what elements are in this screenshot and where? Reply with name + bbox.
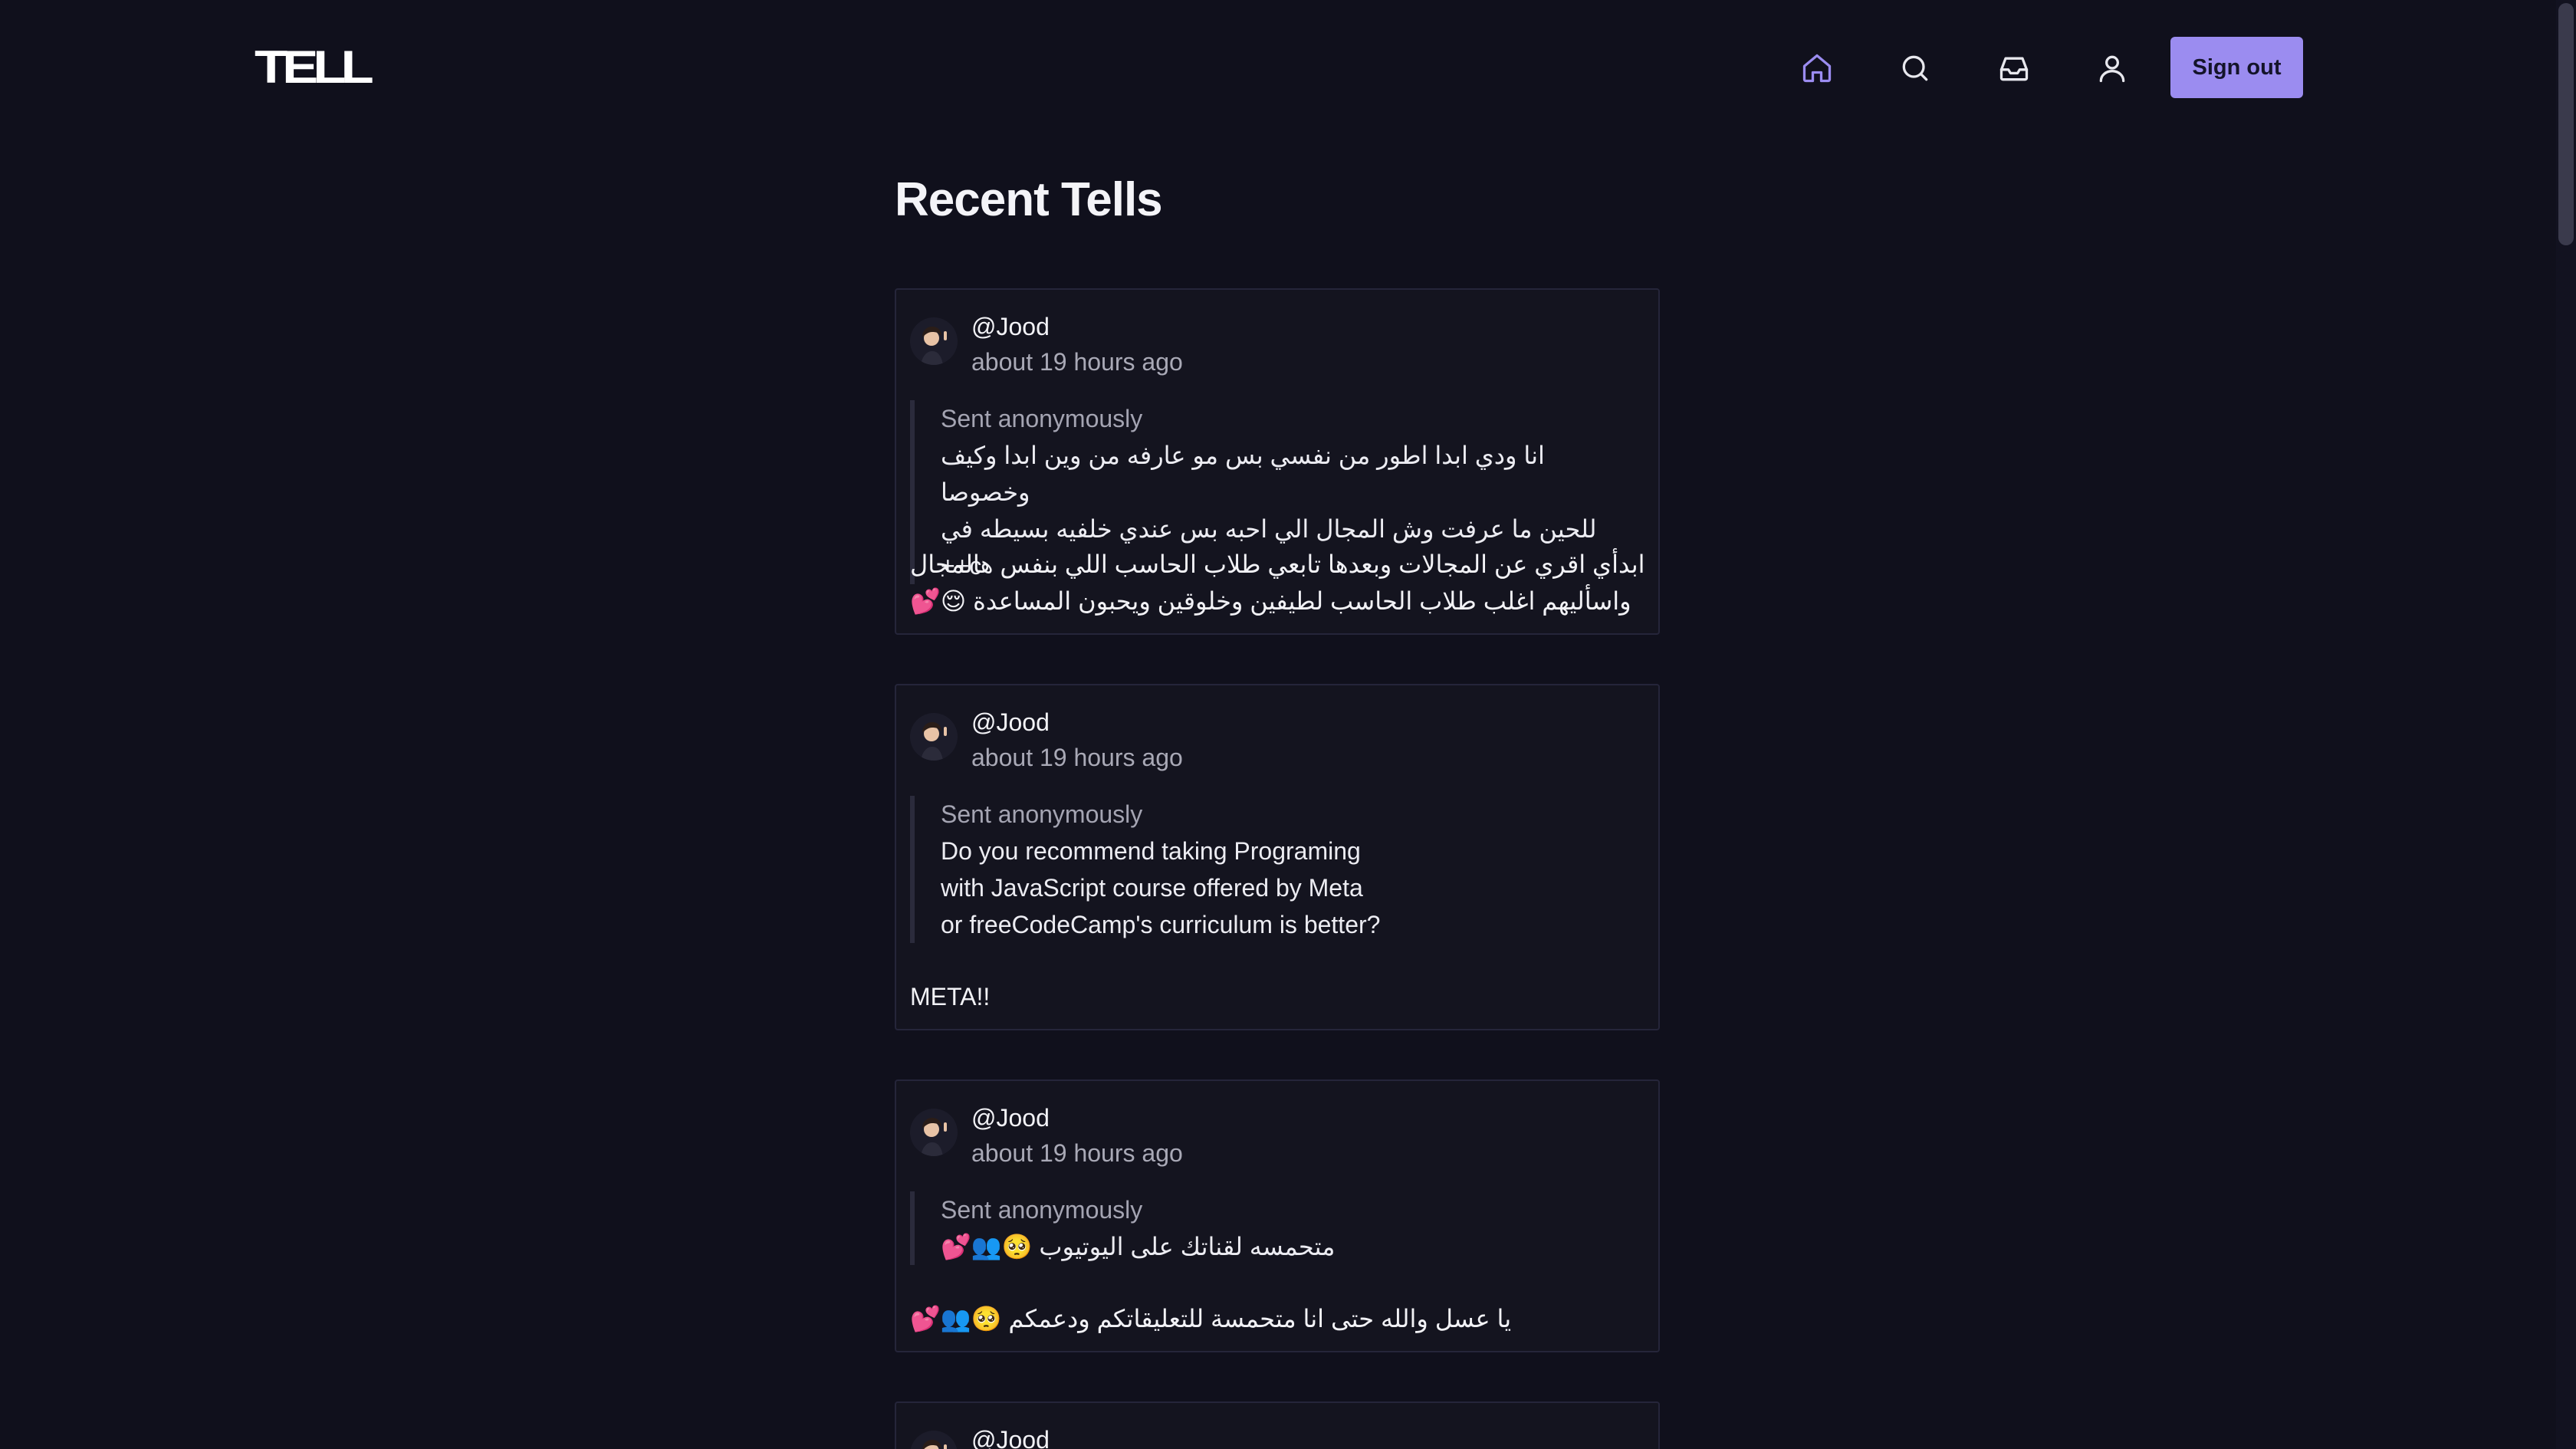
avatar[interactable] (910, 713, 958, 761)
inbox-icon[interactable] (1993, 48, 2035, 89)
top-nav: TELL Sign out (0, 0, 2576, 135)
home-icon[interactable] (1796, 48, 1838, 89)
username[interactable]: @Jood (971, 311, 1050, 342)
tell-card[interactable]: @Jood about 19 hours ago Sent anonymousl… (895, 684, 1660, 1030)
page-title: Recent Tells (895, 173, 1163, 226)
user-icon[interactable] (2091, 48, 2133, 89)
tell-card[interactable]: @Jood about 19 hours ago Sent anonymousl… (895, 1079, 1660, 1352)
page: TELL Sign out Recent Tells @Jood about 1… (0, 0, 2576, 1449)
answer-text: META!! (910, 983, 991, 1010)
timestamp: about 19 hours ago (971, 1139, 1183, 1167)
question-block: Sent anonymously Do you recommend taking… (910, 796, 1615, 943)
anonymous-label: Sent anonymously (941, 800, 1143, 828)
question-text: Do you recommend taking Programing with … (941, 837, 1381, 938)
question-text: متحمسه لقناتك على اليوتيوب 🥺👥💕 (941, 1233, 1336, 1260)
avatar[interactable] (910, 1109, 958, 1156)
main-feed: Recent Tells @Jood about 19 hours ago Se… (895, 153, 1661, 1449)
username[interactable]: @Jood (971, 707, 1050, 738)
avatar[interactable] (910, 1431, 958, 1449)
sign-out-button[interactable]: Sign out (2170, 37, 2303, 98)
anonymous-label: Sent anonymously (941, 405, 1143, 432)
anonymous-label: Sent anonymously (941, 1196, 1143, 1224)
username[interactable]: @Jood (971, 1424, 1050, 1449)
timestamp: about 19 hours ago (971, 744, 1183, 771)
tell-card[interactable]: @Jood about 19 hours ago Sent anonymousl… (895, 288, 1660, 635)
scrollbar-thumb[interactable] (2558, 3, 2574, 245)
answer-text: ابدأي اقري عن المجالات وبعدها تابعي طلاب… (910, 550, 1645, 615)
logo[interactable]: TELL (255, 44, 374, 90)
tell-card[interactable]: @Jood (895, 1401, 1660, 1449)
question-block: Sent anonymously متحمسه لقناتك على اليوت… (910, 1191, 1615, 1265)
timestamp: about 19 hours ago (971, 348, 1183, 376)
username[interactable]: @Jood (971, 1102, 1050, 1133)
search-icon[interactable] (1894, 48, 1936, 89)
answer-text: يا عسل والله حتى انا متحمسة للتعليقاتكم … (910, 1305, 1512, 1332)
avatar[interactable] (910, 317, 958, 365)
